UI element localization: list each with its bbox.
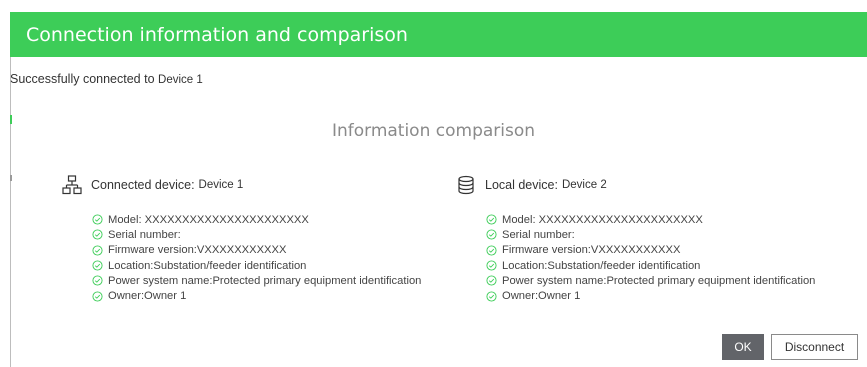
local-device-label: Local device:: [485, 178, 558, 192]
check-circle-icon: [486, 245, 497, 256]
list-item: Power system name:Protected primary equi…: [486, 273, 815, 288]
status-device-name: Device 1: [158, 74, 203, 86]
left-divider: [10, 57, 11, 367]
owner-value: Owner:Owner 1: [108, 290, 187, 303]
edge-marker: [10, 175, 12, 181]
connected-device-info-list: Model: XXXXXXXXXXXXXXXXXXXXXX Serial num…: [92, 212, 421, 304]
database-icon: [456, 175, 476, 195]
check-circle-icon: [92, 275, 103, 286]
firmware-version-value: Firmware version:VXXXXXXXXXXX: [502, 244, 681, 257]
model-value: Model: XXXXXXXXXXXXXXXXXXXXXX: [502, 213, 703, 226]
dialog-title: Connection information and comparison: [26, 23, 408, 46]
connected-device-panel: Connected device: Device 1 Model: XXXXXX…: [62, 174, 421, 304]
location-value: Location:Substation/feeder identificatio…: [502, 259, 701, 272]
check-circle-icon: [92, 260, 103, 271]
connected-device-name: Device 1: [198, 179, 244, 191]
disconnect-button[interactable]: Disconnect: [771, 334, 858, 360]
model-value: Model: XXXXXXXXXXXXXXXXXXXXXX: [108, 213, 309, 226]
owner-value: Owner:Owner 1: [502, 290, 581, 303]
list-item: Serial number:: [486, 227, 815, 242]
local-device-name: Device 2: [561, 179, 607, 191]
list-item: Model: XXXXXXXXXXXXXXXXXXXXXX: [486, 212, 815, 227]
check-circle-icon: [486, 214, 497, 225]
check-circle-icon: [92, 291, 103, 302]
list-item: Location:Substation/feeder identificatio…: [486, 258, 815, 273]
check-circle-icon: [92, 245, 103, 256]
list-item: Location:Substation/feeder identificatio…: [92, 258, 421, 273]
local-device-info-list: Model: XXXXXXXXXXXXXXXXXXXXXX Serial num…: [486, 212, 815, 304]
list-item: Model: XXXXXXXXXXXXXXXXXXXXXX: [92, 212, 421, 227]
check-circle-icon: [486, 291, 497, 302]
ok-button[interactable]: OK: [722, 334, 764, 360]
check-circle-icon: [92, 214, 103, 225]
check-circle-icon: [486, 260, 497, 271]
list-item: Owner:Owner 1: [486, 288, 815, 303]
connected-device-label: Connected device:: [91, 178, 195, 192]
serial-number-value: Serial number:: [108, 228, 181, 241]
firmware-version-value: Firmware version:VXXXXXXXXXXX: [108, 244, 287, 257]
local-device-header: Local device: Device 2: [456, 174, 815, 196]
list-item: Firmware version:VXXXXXXXXXXX: [486, 243, 815, 258]
status-text: Successfully connected to: [10, 72, 155, 86]
section-title: Information comparison: [331, 121, 536, 141]
list-item: Firmware version:VXXXXXXXXXXX: [92, 243, 421, 258]
check-circle-icon: [486, 275, 497, 286]
power-system-name-value: Power system name:Protected primary equi…: [108, 274, 422, 287]
local-device-panel: Local device: Device 2 Model: XXXXXXXXXX…: [456, 174, 815, 304]
connected-device-header: Connected device: Device 1: [62, 174, 421, 196]
dialog-header: Connection information and comparison: [10, 12, 867, 57]
list-item: Power system name:Protected primary equi…: [92, 273, 421, 288]
location-value: Location:Substation/feeder identificatio…: [108, 259, 307, 272]
network-icon: [62, 175, 82, 195]
serial-number-value: Serial number:: [502, 228, 575, 241]
check-circle-icon: [92, 229, 103, 240]
check-circle-icon: [486, 229, 497, 240]
list-item: Owner:Owner 1: [92, 288, 421, 303]
list-item: Serial number:: [92, 227, 421, 242]
connection-status: Successfully connected to Device 1: [10, 72, 203, 86]
power-system-name-value: Power system name:Protected primary equi…: [502, 274, 816, 287]
